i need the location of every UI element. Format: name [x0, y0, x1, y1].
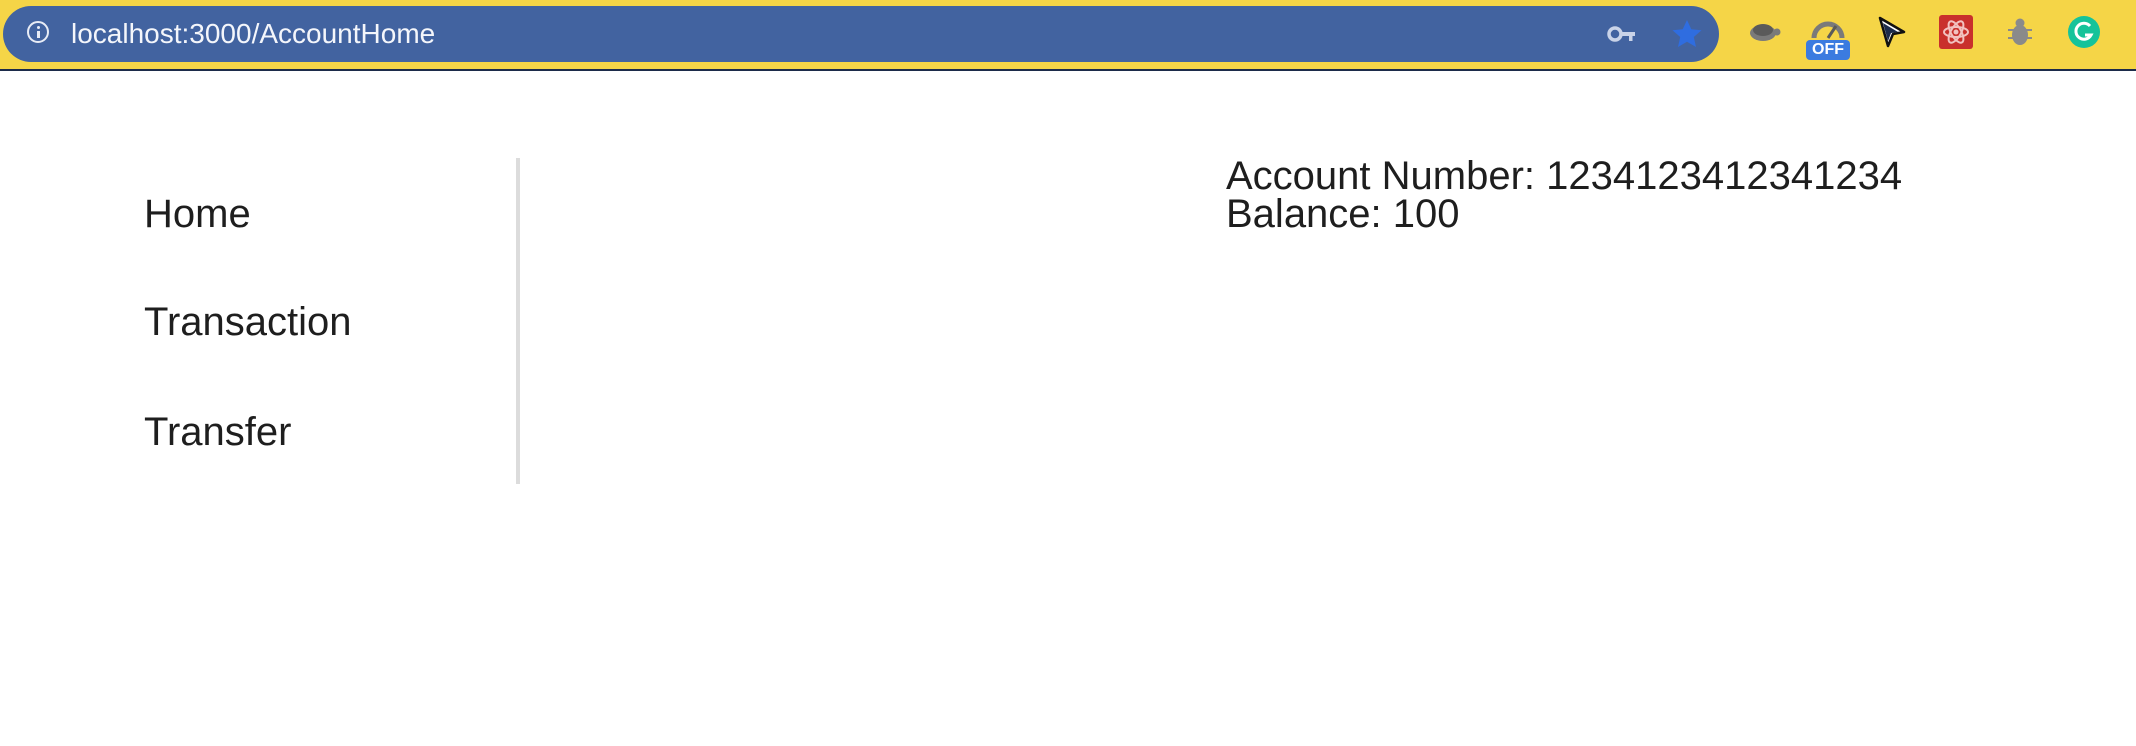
- sidebar-item-transaction[interactable]: Transaction: [144, 300, 352, 344]
- cursor-icon[interactable]: [1874, 14, 1910, 50]
- browser-toolbar: localhost:3000/AccountHome OFF: [0, 0, 2136, 71]
- account-balance: Balance: 100: [1226, 192, 1460, 236]
- info-icon[interactable]: [27, 21, 49, 43]
- account-summary: Account Number: 1234123412341234 Balance…: [1226, 154, 1903, 236]
- key-icon[interactable]: [1607, 20, 1637, 48]
- react-devtools-icon[interactable]: [1938, 14, 1974, 50]
- turtle-icon[interactable]: [1746, 14, 1782, 50]
- sidebar-item-transfer[interactable]: Transfer: [144, 410, 291, 454]
- sidebar-item-home[interactable]: Home: [144, 192, 251, 236]
- sidebar-nav: Home Transaction Transfer: [0, 158, 520, 484]
- grammarly-icon[interactable]: [2066, 14, 2102, 50]
- bug-icon[interactable]: [2002, 14, 2038, 50]
- account-number: Account Number: 1234123412341234: [1226, 154, 1903, 198]
- url-text[interactable]: localhost:3000/AccountHome: [71, 20, 435, 48]
- star-icon[interactable]: [1671, 18, 1703, 50]
- extension-off-badge: OFF: [1806, 40, 1850, 60]
- address-bar[interactable]: localhost:3000/AccountHome: [3, 6, 1719, 62]
